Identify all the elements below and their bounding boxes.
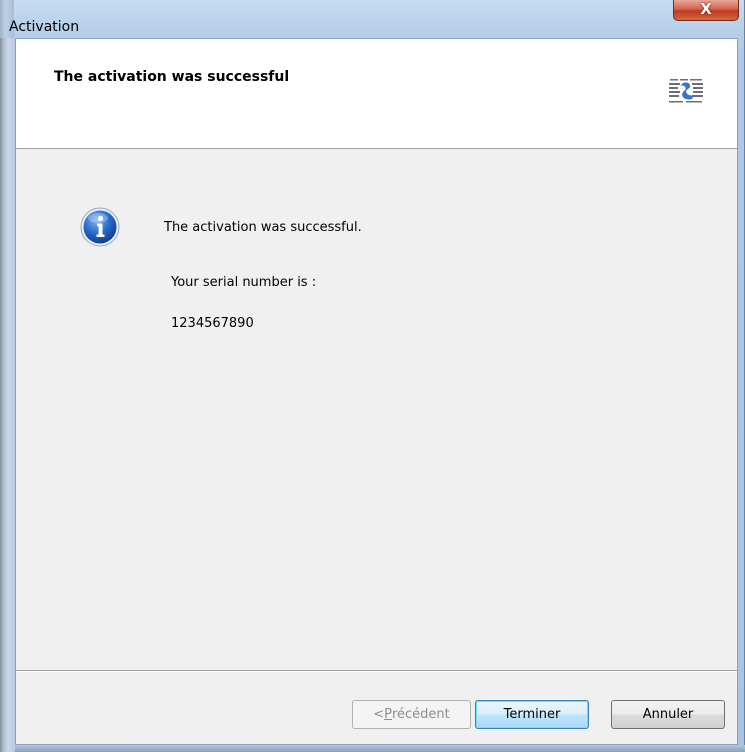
previous-button-label: récédent xyxy=(391,707,450,722)
button-separator xyxy=(16,670,737,672)
window-left-frame xyxy=(0,38,15,752)
close-icon: X xyxy=(700,0,712,18)
close-button[interactable]: X xyxy=(673,0,739,21)
previous-button-prefix: < xyxy=(373,707,385,722)
wizard-header: The activation was successful xyxy=(16,39,737,149)
serial-number-value: 1234567890 xyxy=(171,316,254,331)
window-title: Activation xyxy=(9,19,80,35)
window-bottom-frame xyxy=(15,745,745,752)
success-message: The activation was successful. xyxy=(164,220,362,235)
previous-button-mnemonic: P xyxy=(384,707,392,722)
finish-button[interactable]: Terminer xyxy=(475,700,589,729)
header-title: The activation was successful xyxy=(54,69,290,85)
serial-number-label: Your serial number is : xyxy=(171,275,317,290)
dialog-client-area: The activation was successful The activa… xyxy=(15,38,738,745)
title-bar[interactable]: Activation X xyxy=(0,0,745,38)
dialog-window: Activation X The activation was successf… xyxy=(0,0,745,752)
previous-button[interactable]: < Précédent xyxy=(352,700,471,729)
company-logo-icon xyxy=(669,79,703,103)
info-icon xyxy=(80,207,120,247)
cancel-button[interactable]: Annuler xyxy=(611,700,725,729)
